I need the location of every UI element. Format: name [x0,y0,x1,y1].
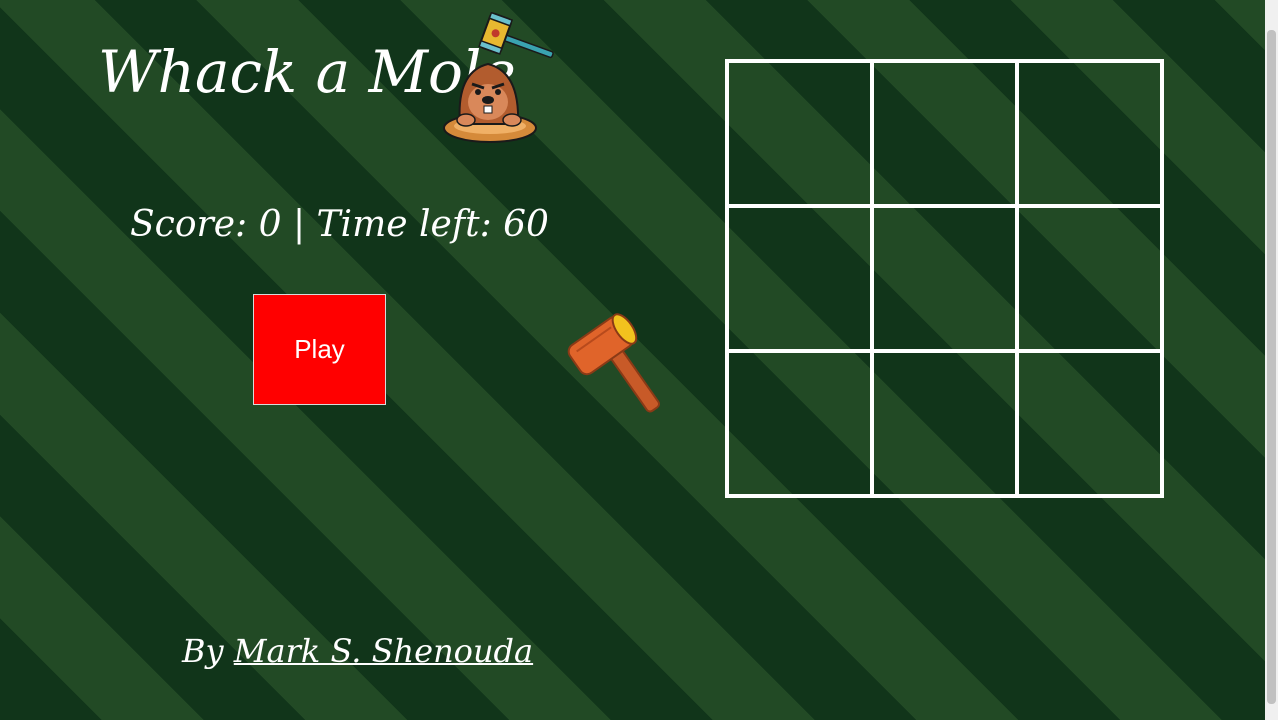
score-status: Score: 0 | Time left: 60 [130,204,549,245]
scrollbar-thumb[interactable] [1267,30,1276,704]
play-button[interactable]: Play [253,294,386,405]
by-label: By [182,632,224,670]
mole-hole[interactable] [727,61,872,206]
mole-hole[interactable] [727,206,872,351]
mole-hole[interactable] [872,206,1017,351]
time-value: 60 [503,204,549,245]
mole-logo-icon [443,12,554,143]
score-label: Score: [130,204,248,245]
mole-hole[interactable] [1017,206,1162,351]
author-link[interactable]: Mark S. Shenouda [234,632,533,670]
vertical-scrollbar[interactable] [1265,0,1278,720]
status-separator: | [292,204,306,245]
mole-hole[interactable] [872,351,1017,496]
time-label: Time left: [316,204,492,245]
author-credit: By Mark S. Shenouda [182,632,533,670]
mole-board [725,59,1164,498]
mole-hole[interactable] [872,61,1017,206]
mole-hole[interactable] [727,351,872,496]
score-value: 0 [258,204,282,245]
wooden-hammer-icon [567,313,660,413]
mole-hole[interactable] [1017,351,1162,496]
mole-hole[interactable] [1017,61,1162,206]
